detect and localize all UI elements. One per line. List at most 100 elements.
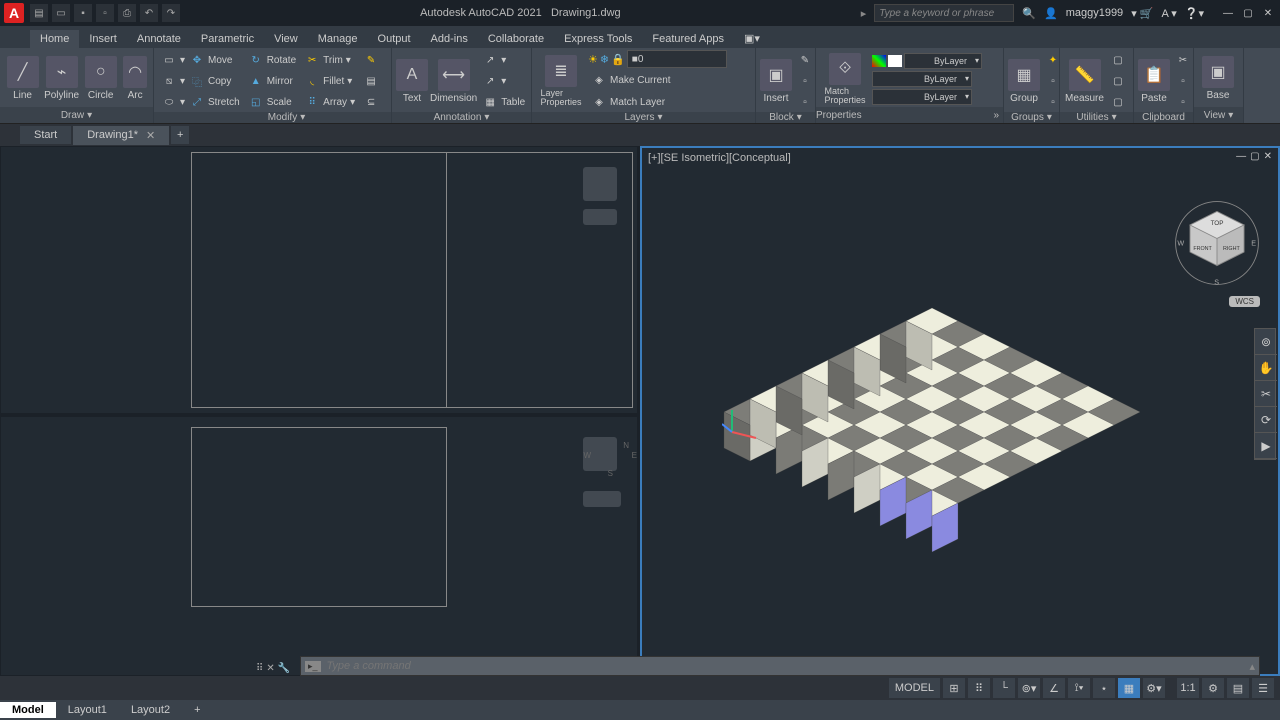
qat-redo-icon[interactable]: ↷ — [162, 4, 180, 22]
dimension-button[interactable]: ⟷Dimension — [430, 59, 477, 104]
cmd-handle-icon[interactable]: ⠿ — [256, 663, 263, 674]
close-icon[interactable]: ✕ — [146, 129, 155, 142]
line-button[interactable]: ╱Line — [4, 56, 41, 101]
doc-tab-drawing1[interactable]: Drawing1*✕ — [73, 126, 169, 145]
status-custom-icon[interactable]: ⚙ — [1202, 678, 1224, 698]
qat-open-icon[interactable]: ▭ — [52, 4, 70, 22]
paste-button[interactable]: 📋Paste — [1138, 59, 1170, 104]
text-button[interactable]: AText — [396, 59, 428, 104]
wcs-badge[interactable]: WCS — [1229, 296, 1260, 307]
status-clean-icon[interactable]: ▤ — [1227, 678, 1249, 698]
cut-button[interactable]: ✂ — [1172, 50, 1194, 70]
lineweight-combo[interactable]: ByLayer — [872, 71, 972, 87]
vp-maximize-icon[interactable]: ▢ — [1250, 151, 1259, 162]
status-model-button[interactable]: MODEL — [889, 678, 940, 698]
tab-annotate[interactable]: Annotate — [127, 30, 191, 48]
white-swatch-icon[interactable] — [888, 55, 902, 67]
chevron-down-icon[interactable]: » — [993, 110, 999, 121]
util2-button[interactable]: ▢ — [1107, 71, 1129, 91]
polyline-button[interactable]: ⌁Polyline — [43, 56, 80, 101]
status-scale-icon[interactable]: 1:1 — [1177, 678, 1199, 698]
viewport-right[interactable]: [+][SE Isometric][Conceptual] — ▢ ✕ TOP … — [640, 146, 1280, 676]
scale-button[interactable]: ◱Scale — [245, 92, 299, 112]
arc-button[interactable]: ◠Arc — [121, 56, 149, 101]
status-gear-icon[interactable]: ⚙▾ — [1143, 678, 1165, 698]
viewcube[interactable]: TOP FRONT RIGHT W E S — [1172, 198, 1262, 288]
status-osnap-icon[interactable]: ⟟▾ — [1068, 678, 1090, 698]
qat-save-icon[interactable]: ▪ — [74, 4, 92, 22]
explode-button[interactable]: ▤ — [360, 71, 382, 91]
app-logo[interactable]: A — [4, 3, 24, 23]
leader-button[interactable]: ↗▾ — [479, 50, 528, 70]
command-line[interactable]: ▸_ ▴ — [300, 656, 1260, 676]
chevron-down-icon[interactable]: ▾ — [484, 112, 489, 123]
tab-express[interactable]: Express Tools — [554, 30, 642, 48]
make-current-button[interactable]: ◈Make Current — [588, 70, 727, 90]
doc-tab-start[interactable]: Start — [20, 126, 71, 144]
cmd-custom-icon[interactable]: 🔧 — [278, 663, 290, 674]
tab-more-icon[interactable]: ▣▾ — [734, 29, 770, 48]
help-icon[interactable]: ❔▾ — [1185, 7, 1204, 20]
stretch-button[interactable]: ⤢Stretch — [186, 92, 243, 112]
layout-tab-model[interactable]: Model — [0, 702, 56, 718]
tab-addins[interactable]: Add-ins — [421, 30, 478, 48]
tab-parametric[interactable]: Parametric — [191, 30, 264, 48]
layout-tab-2[interactable]: Layout2 — [119, 702, 182, 718]
nav-pan-icon[interactable]: ✋ — [1255, 355, 1277, 381]
viewport-label[interactable]: [+][SE Isometric][Conceptual] — [648, 152, 791, 164]
linetype-combo[interactable]: ByLayer — [872, 89, 972, 105]
measure-button[interactable]: 📏Measure — [1064, 59, 1105, 104]
add-tab-button[interactable]: + — [171, 126, 189, 144]
color-combo[interactable]: ByLayer — [904, 53, 982, 69]
clip3-button[interactable]: ▫ — [1172, 92, 1194, 112]
status-snap-icon[interactable]: ⠿ — [968, 678, 990, 698]
status-anno-icon[interactable]: ⋆ — [1093, 678, 1115, 698]
qat-saveas-icon[interactable]: ▫ — [96, 4, 114, 22]
match-layer-button[interactable]: ◈Match Layer — [588, 92, 727, 112]
nav-orbit-icon[interactable]: ⟳ — [1255, 407, 1277, 433]
qat-new-icon[interactable]: ▤ — [30, 4, 48, 22]
vp-close-icon[interactable]: ✕ — [1264, 151, 1272, 162]
group-button[interactable]: ▦Group — [1008, 59, 1040, 104]
close-button[interactable]: ✕ — [1260, 5, 1276, 21]
minimize-button[interactable]: — — [1220, 5, 1236, 21]
status-workspace-icon[interactable]: ▦ — [1118, 678, 1140, 698]
chevron-down-icon[interactable]: ▾ — [300, 112, 305, 123]
layer-freeze-icon[interactable]: ❄ — [600, 53, 609, 66]
layout-tab-add[interactable]: + — [182, 702, 212, 718]
viewport-top-left[interactable] — [0, 146, 638, 414]
maximize-button[interactable]: ▢ — [1240, 5, 1256, 21]
search-input[interactable]: Type a keyword or phrase — [874, 4, 1014, 22]
viewcube-ghost[interactable] — [583, 167, 617, 201]
qat-undo-icon[interactable]: ↶ — [140, 4, 158, 22]
viewport-bottom-left[interactable]: N W E S — [0, 416, 638, 676]
nav-zoom-icon[interactable]: ✂ — [1255, 381, 1277, 407]
autodesk-icon[interactable]: A ▾ — [1161, 7, 1176, 20]
cart-icon[interactable]: ▾ 🛒 — [1131, 7, 1153, 20]
cmd-history-icon[interactable]: ▴ — [1249, 660, 1255, 673]
user-name[interactable]: maggy1999 — [1066, 7, 1124, 19]
layout-tab-1[interactable]: Layout1 — [56, 702, 119, 718]
copy-button[interactable]: ⿻Copy — [186, 71, 243, 91]
tab-collaborate[interactable]: Collaborate — [478, 30, 554, 48]
offset-button[interactable]: ⊆ — [360, 92, 382, 112]
table-button[interactable]: ▦Table — [479, 92, 528, 112]
fillet-button[interactable]: ◟Fillet▾ — [301, 71, 358, 91]
chevron-down-icon[interactable]: ▾ — [1112, 112, 1117, 123]
trim-button[interactable]: ✂Trim▾ — [301, 50, 358, 70]
status-grid-icon[interactable]: ⊞ — [943, 678, 965, 698]
create-block-button[interactable]: ▫ — [794, 71, 816, 91]
search-icon[interactable]: 🔍 — [1022, 7, 1036, 20]
tab-view[interactable]: View — [264, 30, 308, 48]
command-input[interactable] — [327, 660, 1244, 672]
tab-insert[interactable]: Insert — [79, 30, 127, 48]
status-iso-icon[interactable]: ∠ — [1043, 678, 1065, 698]
tab-featured[interactable]: Featured Apps — [642, 30, 734, 48]
chevron-down-icon[interactable]: ▾ — [657, 112, 662, 123]
match-props-button[interactable]: ⟐MatchProperties — [820, 53, 870, 105]
edit-block-button[interactable]: ✎ — [794, 50, 816, 70]
qat-plot-icon[interactable]: ⎙ — [118, 4, 136, 22]
insert-button[interactable]: ▣Insert — [760, 59, 792, 104]
attr-button[interactable]: ▫ — [794, 92, 816, 112]
chevron-down-icon[interactable]: ▾ — [1047, 112, 1052, 123]
